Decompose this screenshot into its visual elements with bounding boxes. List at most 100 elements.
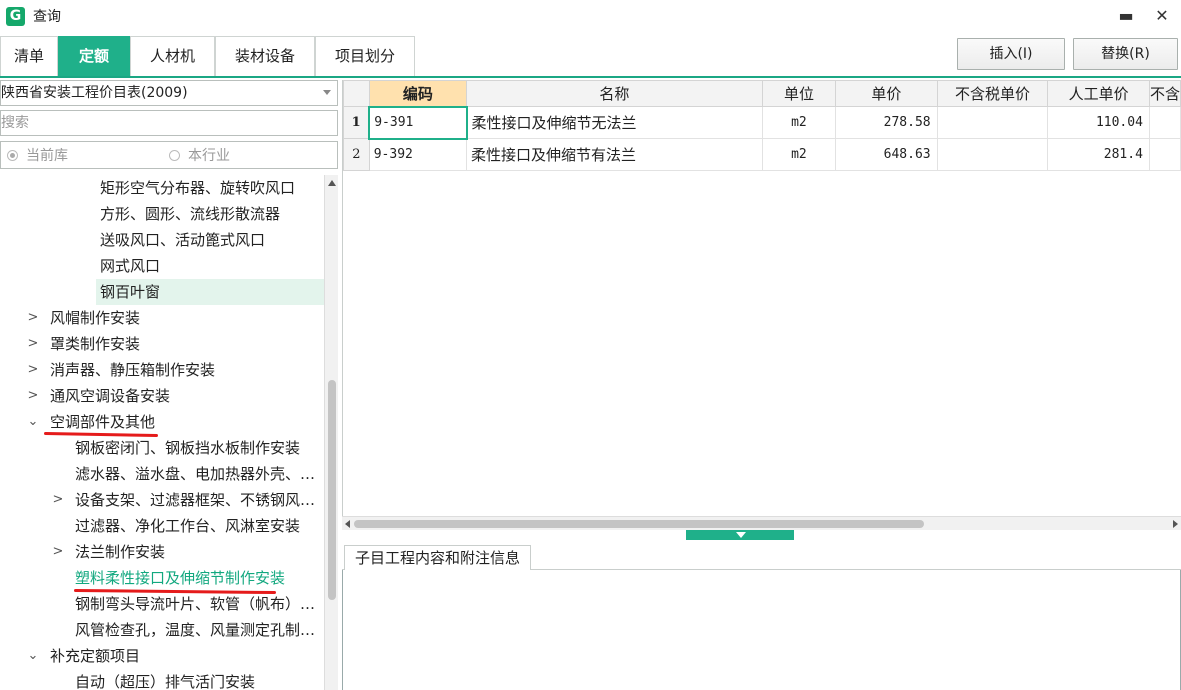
tree-item[interactable]: > 法兰制作安装 <box>0 539 324 565</box>
chevron-right-icon[interactable]: > <box>26 357 40 383</box>
tree-item[interactable]: 送吸风口、活动篦式风口 <box>0 227 324 253</box>
table-row[interactable]: 2 9-392 柔性接口及伸缩节有法兰 m2 648.63 281.4 <box>343 138 1181 171</box>
row-number: 1 <box>343 106 370 139</box>
tree-item[interactable]: 方形、圆形、流线形散流器 <box>0 201 324 227</box>
column-header-price[interactable]: 单价 <box>835 80 938 107</box>
replace-button[interactable]: 替换(R) <box>1073 38 1178 70</box>
tree-item[interactable]: 矩形空气分布器、旋转吹风口 <box>0 175 324 201</box>
collapse-arrow-icon[interactable] <box>736 532 746 538</box>
chevron-down-icon[interactable]: ⌄ <box>26 643 40 669</box>
tab-equipment[interactable]: 装材设备 <box>215 36 315 76</box>
tree-item-label: 钢板密闭门、钢板挡水板制作安装 <box>75 439 301 457</box>
search-input[interactable] <box>0 110 338 136</box>
table-header-row: 编码 名称 单位 单价 不含税单价 人工单价 不含 <box>343 80 1181 107</box>
grid-horizontal-scrollbar[interactable] <box>342 516 1181 530</box>
radio-current-lib-label: 当前库 <box>26 148 68 164</box>
cell-name[interactable]: 柔性接口及伸缩节有法兰 <box>466 138 763 171</box>
tab-list[interactable]: 清单 <box>0 36 58 76</box>
chevron-right-icon[interactable]: > <box>51 539 65 565</box>
scrollbar-thumb[interactable] <box>354 520 924 528</box>
insert-button[interactable]: 插入(I) <box>957 38 1065 70</box>
left-panel: 陕西省安装工程价目表(2009) 当前库 本行业 矩形空气分布器、旋转吹风口 方… <box>0 80 340 690</box>
column-header-labor-price[interactable]: 人工单价 <box>1047 80 1150 107</box>
tree-item-label: 过滤器、净化工作台、风淋室安装 <box>75 517 301 535</box>
cell-more[interactable] <box>1148 138 1181 171</box>
radio-checked-icon <box>7 150 18 161</box>
cell-price-ex-tax[interactable] <box>936 138 1049 171</box>
tree-item-label: 网式风口 <box>100 257 161 275</box>
column-header-unit[interactable]: 单位 <box>761 80 837 107</box>
chevron-right-icon[interactable]: > <box>26 331 40 357</box>
tree-item[interactable]: 网式风口 <box>0 253 324 279</box>
tree-item-label: 补充定额项目 <box>50 647 141 665</box>
tree-item-label: 设备支架、过滤器框架、不锈钢风… <box>75 491 316 509</box>
minimize-button[interactable]: ▬ <box>1113 4 1139 28</box>
radio-this-industry[interactable]: 本行业 <box>169 148 230 164</box>
scroll-up-icon[interactable] <box>328 180 336 186</box>
quota-grid: 编码 名称 单位 单价 不含税单价 人工单价 不含 1 9-391 柔性接口及伸… <box>342 80 1181 520</box>
tree-item-label: 送吸风口、活动篦式风口 <box>100 231 266 249</box>
tree-scrollbar[interactable] <box>324 175 338 690</box>
cell-name[interactable]: 柔性接口及伸缩节无法兰 <box>466 106 763 139</box>
cell-labor-price[interactable]: 281.4 <box>1047 138 1150 171</box>
radio-unchecked-icon <box>169 150 180 161</box>
tree-item[interactable]: > 设备支架、过滤器框架、不锈钢风… <box>0 487 324 513</box>
radio-this-industry-label: 本行业 <box>188 148 230 164</box>
category-tabs: 清单 定额 人材机 装材设备 项目划分 插入(I) 替换(R) <box>0 34 1181 78</box>
tree-item-label: 塑料柔性接口及伸缩节制作安装 <box>75 569 286 587</box>
tree-item-label: 方形、圆形、流线形散流器 <box>100 205 281 223</box>
chevron-down-icon[interactable]: ⌄ <box>26 409 40 435</box>
cell-unit[interactable]: m2 <box>761 138 837 171</box>
scope-radio-group: 当前库 本行业 <box>0 141 338 169</box>
tree-item[interactable]: 滤水器、溢水盘、电加热器外壳、… <box>0 461 324 487</box>
panel-splitter[interactable] <box>686 530 794 540</box>
tree-item[interactable]: 钢板密闭门、钢板挡水板制作安装 <box>0 435 324 461</box>
column-header-more[interactable]: 不含 <box>1148 80 1181 107</box>
tree-item-current[interactable]: 塑料柔性接口及伸缩节制作安装 <box>0 565 324 591</box>
tree-item[interactable]: 自动（超压）排气活门安装 <box>0 669 324 690</box>
scroll-left-icon[interactable] <box>345 520 350 528</box>
tree-item[interactable]: > 风帽制作安装 <box>0 305 324 331</box>
tab-item-info[interactable]: 子目工程内容和附注信息 <box>344 545 532 570</box>
scroll-right-icon[interactable] <box>1173 520 1178 528</box>
tab-quota[interactable]: 定额 <box>58 36 130 76</box>
tab-labor-materials[interactable]: 人材机 <box>130 36 215 76</box>
tree-item-label: 风管检查孔，温度、风量测定孔制… <box>75 621 316 639</box>
cell-code[interactable]: 9-391 <box>368 105 468 140</box>
tree-item[interactable]: 风管检查孔，温度、风量测定孔制… <box>0 617 324 643</box>
scrollbar-thumb[interactable] <box>328 380 336 600</box>
tree-item-label: 罩类制作安装 <box>50 335 141 353</box>
chevron-right-icon[interactable]: > <box>51 487 65 513</box>
library-select[interactable]: 陕西省安装工程价目表(2009) <box>0 80 338 106</box>
radio-current-lib[interactable]: 当前库 <box>7 148 68 164</box>
tree-item[interactable]: > 通风空调设备安装 <box>0 383 324 409</box>
tree-item[interactable]: 过滤器、净化工作台、风淋室安装 <box>0 513 324 539</box>
table-row[interactable]: 1 9-391 柔性接口及伸缩节无法兰 m2 278.58 110.04 <box>343 105 1181 140</box>
cell-unit[interactable]: m2 <box>761 106 837 139</box>
tree-item-label: 钢制弯头导流叶片、软管（帆布）… <box>75 595 316 613</box>
column-header-name[interactable]: 名称 <box>466 80 763 107</box>
chevron-right-icon[interactable]: > <box>26 383 40 409</box>
cell-price[interactable]: 648.63 <box>835 138 938 171</box>
info-content <box>342 570 1181 690</box>
cell-price[interactable]: 278.58 <box>835 106 938 139</box>
tree-item[interactable]: > 罩类制作安装 <box>0 331 324 357</box>
tree-item-expanded[interactable]: ⌄ 补充定额项目 <box>0 643 324 669</box>
cell-more[interactable] <box>1148 106 1181 139</box>
cell-code[interactable]: 9-392 <box>368 138 468 171</box>
cell-labor-price[interactable]: 110.04 <box>1047 106 1150 139</box>
close-button[interactable]: ✕ <box>1149 4 1175 28</box>
tree-item[interactable]: > 消声器、静压箱制作安装 <box>0 357 324 383</box>
chevron-down-icon[interactable] <box>323 90 331 95</box>
tab-project-division[interactable]: 项目划分 <box>315 36 415 76</box>
tree-item[interactable]: 钢制弯头导流叶片、软管（帆布）… <box>0 591 324 617</box>
window-title: 查询 <box>33 9 61 25</box>
tree-item-label: 矩形空气分布器、旋转吹风口 <box>100 179 296 197</box>
column-header-code[interactable]: 编码 <box>368 80 468 107</box>
column-header-price-ex-tax[interactable]: 不含税单价 <box>936 80 1049 107</box>
cell-price-ex-tax[interactable] <box>936 106 1049 139</box>
info-tabbar: 子目工程内容和附注信息 <box>342 543 1181 570</box>
tree-item-selected[interactable]: 钢百叶窗 <box>96 279 324 305</box>
chevron-right-icon[interactable]: > <box>26 305 40 331</box>
tree-item-label: 滤水器、溢水盘、电加热器外壳、… <box>75 465 316 483</box>
